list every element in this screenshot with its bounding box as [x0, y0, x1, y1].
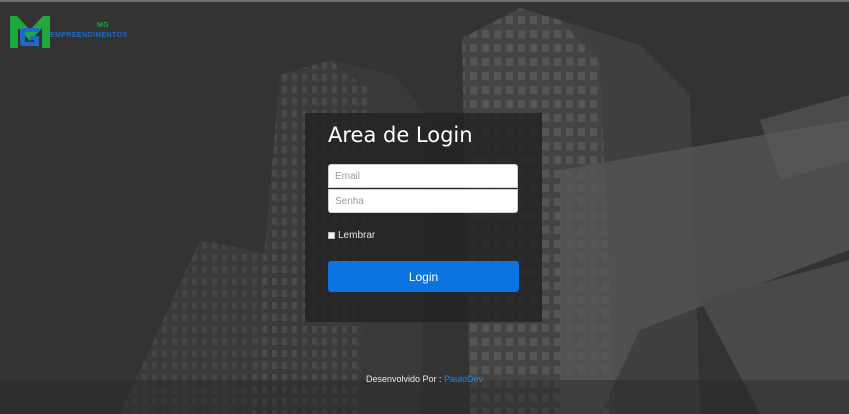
mg-logo-icon — [10, 16, 50, 48]
top-border — [0, 0, 849, 2]
login-title: Area de Login — [328, 123, 473, 147]
login-button[interactable]: Login — [328, 261, 519, 292]
logo-text-mg: MG — [97, 22, 109, 29]
email-field[interactable] — [328, 164, 518, 188]
login-panel: Area de Login Lembrar Login — [305, 113, 542, 322]
footer-prefix: Desenvolvido Por : — [365, 374, 442, 384]
logo-text-empreendimentos: EMPREENDIMENTOS — [50, 32, 128, 39]
footer-credit: Desenvolvido Por : PauloDev — [0, 374, 849, 384]
password-field[interactable] — [328, 189, 518, 213]
remember-me[interactable]: Lembrar — [328, 230, 375, 241]
remember-checkbox[interactable] — [328, 232, 335, 239]
brand-logo[interactable]: MG EMPREENDIMENTOS — [9, 14, 149, 50]
remember-label: Lembrar — [338, 230, 376, 241]
author-link[interactable]: PauloDev — [444, 374, 483, 384]
login-page: MG EMPREENDIMENTOS Area de Login Lembrar… — [0, 0, 849, 414]
